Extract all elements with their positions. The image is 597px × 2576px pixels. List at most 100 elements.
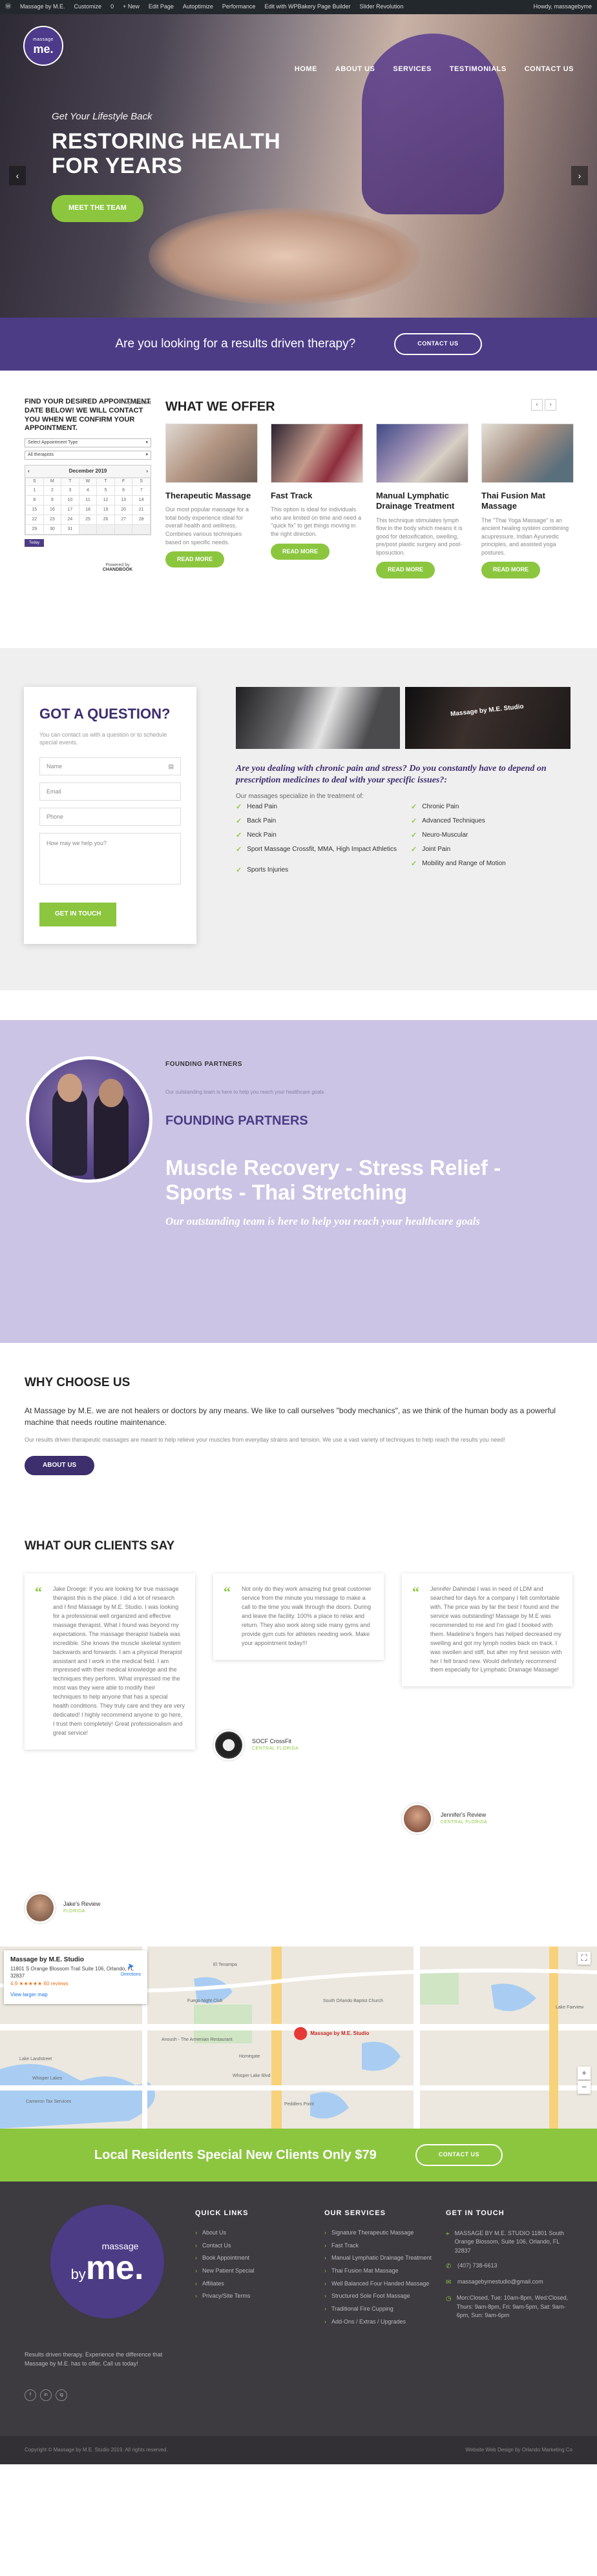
service-link[interactable]: › Add-Ons / Extras / Upgrades — [324, 2318, 434, 2326]
cta-contact-button[interactable]: CONTACT US — [394, 333, 482, 355]
directions-link[interactable]: ➤ Directions — [121, 1961, 141, 1979]
view-larger-map-link[interactable]: View larger map — [10, 1991, 141, 1999]
offer-card-title[interactable]: Fast Track — [271, 491, 363, 501]
read-more-button[interactable]: READ MORE — [376, 562, 435, 578]
calendar-day[interactable]: 6 — [114, 485, 133, 496]
calendar-day[interactable]: 16 — [43, 504, 62, 515]
fullscreen-icon[interactable]: ⛶ — [578, 1952, 591, 1965]
read-more-button[interactable]: READ MORE — [481, 562, 541, 578]
quick-link[interactable]: › Contact Us — [195, 2242, 305, 2250]
calendar-day[interactable]: 15 — [25, 504, 44, 515]
zoom-in-button[interactable]: + — [578, 2067, 591, 2080]
calendar-next-icon[interactable]: › — [146, 467, 148, 475]
menu-item-home[interactable]: HOME — [295, 65, 317, 75]
linkedin-icon[interactable]: in — [40, 2389, 52, 2401]
admin-site-name[interactable]: Massage by M.E. — [20, 3, 65, 11]
meet-the-team-button[interactable]: MEET THE TEAM — [52, 194, 143, 222]
email-field[interactable]: Email — [39, 782, 181, 801]
credit-link[interactable]: Website Web Design by Orlando Marketing … — [465, 2446, 572, 2454]
service-link[interactable]: › Thai Fusion Mat Massage — [324, 2267, 434, 2275]
google-map[interactable]: Massage by M.E. Studio 11801 S Orange Bl… — [0, 1947, 597, 2129]
read-more-button[interactable]: READ MORE — [165, 551, 225, 568]
calendar-day[interactable]: 30 — [43, 524, 62, 535]
calendar-day[interactable]: 3 — [61, 485, 79, 496]
calendar-day[interactable]: 10 — [61, 495, 79, 506]
admin-greeting[interactable]: Howdy, massagebyme — [534, 3, 592, 11]
zoom-out-button[interactable]: − — [578, 2081, 591, 2094]
site-logo[interactable]: massage me. — [23, 26, 63, 66]
calendar-day[interactable]: 11 — [78, 495, 98, 506]
about-us-button[interactable]: ABOUT US — [25, 1455, 95, 1476]
offer-card-image[interactable] — [165, 424, 258, 483]
admin-item-wpbakery[interactable]: Edit with WPBakery Page Builder — [264, 3, 350, 11]
calendar-day[interactable]: 22 — [25, 514, 44, 525]
therapist-select[interactable]: All therapists ▾ — [25, 451, 151, 460]
quick-link[interactable]: › About Us — [195, 2229, 305, 2237]
get-in-touch-button[interactable]: GET IN TOUCH — [39, 903, 117, 926]
admin-item-edit-page[interactable]: Edit Page — [149, 3, 174, 11]
calendar-day[interactable]: 4 — [78, 485, 98, 496]
calendar-day[interactable]: 1 — [25, 485, 44, 496]
admin-item-customize[interactable]: Customize — [74, 3, 102, 11]
calendar-day[interactable]: 20 — [114, 504, 133, 515]
service-link[interactable]: › Structured Sole Foot Massage — [324, 2293, 434, 2300]
offer-card-image[interactable] — [481, 424, 574, 483]
calendar-day[interactable]: 13 — [114, 495, 133, 506]
calendar-day[interactable]: 19 — [96, 504, 115, 515]
calendar-day[interactable]: 7 — [132, 485, 151, 496]
service-link[interactable]: › Well Balanced Four Handed Massage — [324, 2280, 434, 2288]
phone-field[interactable]: Phone — [39, 808, 181, 826]
menu-item-testimonials[interactable]: TESTIMONIALS — [450, 65, 507, 75]
calendar-day[interactable]: 24 — [61, 514, 79, 525]
map-marker[interactable]: ⬤ Massage by M.E. Studio — [293, 2024, 370, 2043]
read-more-button[interactable]: READ MORE — [271, 543, 330, 560]
calendar-day[interactable]: 12 — [96, 495, 115, 506]
admin-item-comments[interactable]: 0 — [110, 3, 114, 11]
calendar-day[interactable]: 26 — [96, 514, 115, 525]
menu-item-contact[interactable]: CONTACT US — [525, 65, 574, 75]
appointment-type-select[interactable]: Select Appointment Type ▾ — [25, 438, 151, 447]
calendar-day[interactable]: 18 — [78, 504, 98, 515]
service-link[interactable]: › Signature Therapeutic Massage — [324, 2229, 434, 2237]
calendar-today-button[interactable]: Today — [25, 538, 45, 547]
calendar-day[interactable]: 21 — [132, 504, 151, 515]
offer-card-title[interactable]: Therapeutic Massage — [165, 491, 258, 501]
calendar-day[interactable]: 25 — [78, 514, 98, 525]
quick-link[interactable]: › Book Appointment — [195, 2254, 305, 2262]
calendar-day[interactable]: 2 — [43, 485, 62, 496]
name-field[interactable]: Name ▤ — [39, 757, 181, 776]
offer-card-title[interactable]: Manual Lymphatic Drainage Treatment — [376, 491, 468, 512]
offer-next-icon[interactable]: › — [545, 399, 556, 411]
calendar-day[interactable]: 8 — [25, 495, 44, 506]
calendar-prev-icon[interactable]: ‹ — [28, 467, 30, 475]
calendar-day[interactable]: 5 — [96, 485, 115, 496]
offer-card-image[interactable] — [271, 424, 363, 483]
my-account-link[interactable]: My Account — [125, 399, 151, 407]
quick-link[interactable]: › Affiliates — [195, 2280, 305, 2288]
slider-prev-arrow-icon[interactable]: ‹ — [9, 166, 26, 185]
footer-logo[interactable]: massage byme. — [50, 2205, 164, 2318]
instagram-icon[interactable]: ig — [56, 2389, 67, 2401]
calendar-day[interactable]: 27 — [114, 514, 133, 525]
message-field[interactable]: How may we help you? — [39, 833, 181, 885]
wordpress-icon[interactable]: Ⓦ — [5, 3, 11, 11]
admin-item-slider-revolution[interactable]: Slider Revolution — [360, 3, 404, 11]
admin-item-autoptimize[interactable]: Autoptimize — [183, 3, 213, 11]
service-link[interactable]: › Manual Lymphatic Drainage Treatment — [324, 2254, 434, 2262]
calendar-day[interactable]: 9 — [43, 495, 62, 506]
service-link[interactable]: › Traditional Fire Cupping — [324, 2305, 434, 2313]
calendar-day[interactable]: 14 — [132, 495, 151, 506]
offer-card-title[interactable]: Thai Fusion Mat Massage — [481, 491, 574, 512]
calendar-day[interactable]: 28 — [132, 514, 151, 525]
quick-link[interactable]: › Privacy/Site Terms — [195, 2293, 305, 2300]
menu-item-about[interactable]: ABOUT US — [335, 65, 375, 75]
slider-next-arrow-icon[interactable]: › — [571, 166, 588, 185]
facebook-icon[interactable]: f — [25, 2389, 36, 2401]
calendar-day[interactable]: 23 — [43, 514, 62, 525]
offer-prev-icon[interactable]: ‹ — [531, 399, 543, 411]
cta-contact-button[interactable]: CONTACT US — [415, 2144, 503, 2166]
calendar-day[interactable]: 31 — [61, 524, 79, 535]
calendar-day[interactable]: 17 — [61, 504, 79, 515]
quick-link[interactable]: › New Patient Special — [195, 2267, 305, 2275]
service-link[interactable]: › Fast Track — [324, 2242, 434, 2250]
